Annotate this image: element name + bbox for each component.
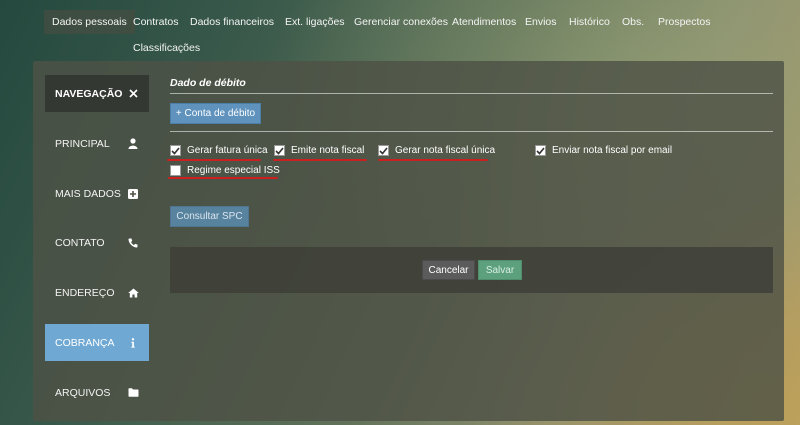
folder-icon — [127, 387, 139, 399]
checkbox-emite-nota-fiscal[interactable]: Emite nota fiscal — [274, 145, 364, 156]
checkbox-label: Regime especial ISS — [187, 165, 280, 176]
sidebar-item-label: COBRANÇA — [55, 336, 115, 349]
phone-icon — [127, 237, 139, 249]
sidebar-item-label: PRINCIPAL — [55, 137, 110, 150]
user-icon — [127, 138, 139, 150]
sidebar-item-endereco[interactable]: ENDEREÇO — [45, 274, 149, 311]
tab-prospectos[interactable]: Prospectos — [658, 10, 711, 34]
sidebar-item-label: ENDEREÇO — [55, 286, 115, 299]
sidebar-item-principal[interactable]: PRINCIPAL — [45, 125, 149, 162]
checkbox-label: Enviar nota fiscal por email — [552, 145, 673, 156]
tab-contratos[interactable]: Contratos — [133, 10, 179, 34]
tab-dados-pessoais[interactable]: Dados pessoais — [44, 10, 135, 34]
checkbox-box[interactable] — [170, 145, 181, 156]
consultar-spc-button[interactable]: Consultar SPC — [170, 206, 249, 227]
tab-dados-financeiros[interactable]: Dados financeiros — [190, 10, 274, 34]
sidebar-header-label: NAVEGAÇÃO — [55, 87, 123, 100]
checkbox-label: Emite nota fiscal — [291, 145, 365, 156]
add-debit-account-button[interactable]: + Conta de débito — [170, 103, 261, 124]
checkbox-box[interactable] — [535, 145, 546, 156]
checkbox-box[interactable] — [274, 145, 285, 156]
tab-classificacoes[interactable]: Classificações — [133, 36, 200, 60]
annotation-underline — [168, 177, 278, 179]
checkbox-gerar-fatura-unica[interactable]: Gerar fatura única — [170, 145, 268, 156]
checkbox-box[interactable] — [378, 145, 389, 156]
sidebar-item-label: CONTATO — [55, 236, 105, 249]
sidebar-item-mais-dados[interactable]: MAIS DADOS — [45, 175, 149, 212]
checkbox-gerar-nota-fiscal-unica[interactable]: Gerar nota fiscal única — [378, 145, 495, 156]
section-title: Dado de débito — [170, 77, 773, 94]
checkbox-label: Gerar nota fiscal única — [395, 145, 496, 156]
sidebar-item-arquivos[interactable]: ARQUIVOS — [45, 374, 149, 411]
tab-envios[interactable]: Envios — [525, 10, 557, 34]
sidebar-header: NAVEGAÇÃO — [45, 75, 149, 112]
close-icon[interactable] — [127, 88, 139, 100]
info-icon — [127, 337, 139, 349]
annotation-underline — [378, 159, 488, 161]
sidebar-item-contato[interactable]: CONTATO — [45, 224, 149, 261]
tab-gerenciar-conexoes[interactable]: Gerenciar conexões — [354, 10, 448, 34]
checkbox-regime-especial-iss[interactable]: Regime especial ISS — [170, 165, 280, 176]
tab-historico[interactable]: Histórico — [569, 10, 610, 34]
annotation-underline — [273, 159, 367, 161]
sidebar-item-label: MAIS DADOS — [55, 187, 121, 200]
divider — [170, 131, 773, 132]
checkbox-box[interactable] — [170, 165, 181, 176]
checkbox-label: Gerar fatura única — [187, 145, 268, 156]
checkbox-enviar-nota-fiscal-por-email[interactable]: Enviar nota fiscal por email — [535, 145, 672, 156]
tab-obs[interactable]: Obs. — [622, 10, 644, 34]
home-icon — [127, 287, 139, 299]
plus-square-icon — [127, 188, 139, 200]
sidebar-item-label: ARQUIVOS — [55, 386, 111, 399]
save-button[interactable]: Salvar — [478, 260, 522, 280]
sidebar-item-cobranca[interactable]: COBRANÇA — [45, 324, 149, 361]
tab-atendimentos[interactable]: Atendimentos — [452, 10, 516, 34]
annotation-underline — [167, 159, 261, 161]
tab-ext-ligacoes[interactable]: Ext. ligações — [285, 10, 345, 34]
cancel-button[interactable]: Cancelar — [422, 260, 475, 280]
